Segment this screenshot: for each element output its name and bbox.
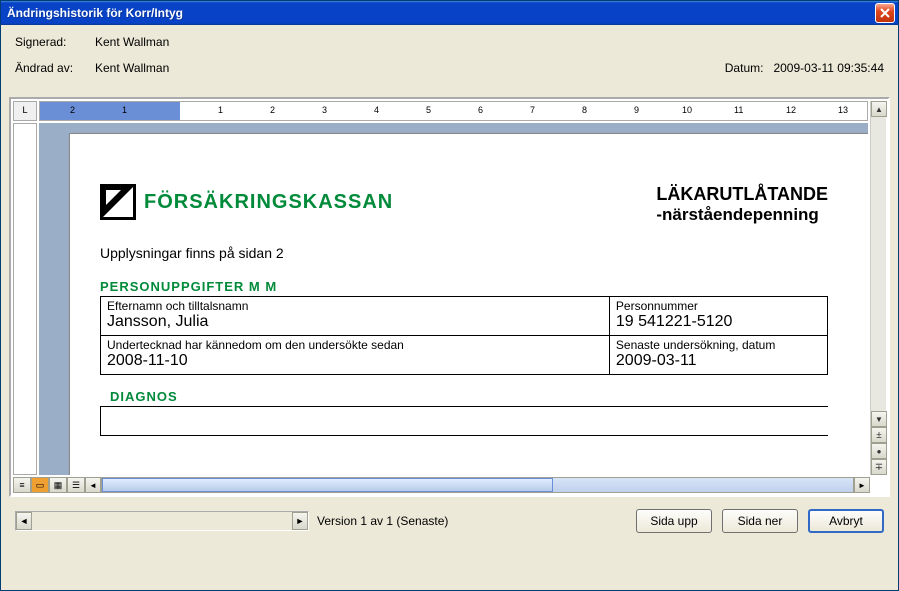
version-text: Version 1 av 1 (Senaste) [317,514,448,528]
last-exam-value: 2009-03-11 [616,352,821,370]
scroll-left-button[interactable]: ◄ [85,477,101,493]
app-window: Ändringshistorik för Korr/Intyg Signerad… [0,0,899,591]
view-toolbar: ≡ ▭ ▦ ☰ ◄ ► [13,477,870,493]
doc-title-line2: -närståendepenning [656,205,828,225]
info-line: Upplysningar finns på sidan 2 [100,245,828,261]
next-page-icon[interactable]: ∓ [871,459,887,475]
horizontal-ruler[interactable]: 2 1 1 2 3 4 5 6 7 8 9 10 11 12 13 [39,101,868,121]
page-up-button[interactable]: Sida upp [636,509,712,533]
pnr-field-value: 19 541221-5120 [616,313,821,331]
signed-label: Signerad: [15,35,95,49]
changed-by-label: Ändrad av: [15,61,95,75]
diagnosis-box [100,406,828,436]
web-layout-view-icon[interactable]: ▦ [49,477,67,493]
scroll-right-button[interactable]: ► [854,477,870,493]
last-exam-label: Senaste undersökning, datum [616,338,821,352]
scroll-up-button[interactable]: ▲ [871,101,887,117]
footer-bar: ◄ ► Version 1 av 1 (Senaste) Sida upp Si… [1,497,898,547]
name-field-value: Jansson, Julia [107,313,603,331]
scroll-down-button[interactable]: ▼ [871,411,887,427]
signed-by-value: Kent Wallman [95,35,169,49]
version-scroller[interactable]: ◄ ► [15,511,309,531]
horizontal-scroll-thumb[interactable] [102,478,553,492]
personal-data-table: Efternamn och tilltalsnamn Jansson, Juli… [100,296,828,375]
section-diagnosis-title: DIAGNOS [100,389,828,404]
title-bar: Ändringshistorik för Korr/Intyg [1,1,898,25]
changed-by-value: Kent Wallman [95,61,169,75]
known-since-label: Undertecknad har kännedom om den undersö… [107,338,603,352]
page-down-button[interactable]: Sida ner [722,509,798,533]
metadata-panel: Signerad: Kent Wallman Ändrad av: Kent W… [1,25,898,97]
agency-name: FÖRSÄKRINGSKASSAN [144,191,393,214]
version-prev-button[interactable]: ◄ [16,512,32,530]
document-viewer: L 2 1 1 2 3 4 5 6 7 8 9 10 11 12 13 [9,97,890,497]
document-canvas[interactable]: FÖRSÄKRINGSKASSAN LÄKARUTLÅTANDE -närstå… [39,123,868,475]
outline-view-icon[interactable]: ☰ [67,477,85,493]
ruler-corner[interactable]: L [13,101,37,121]
doc-title-line1: LÄKARUTLÅTANDE [656,184,828,205]
agency-logo-icon [100,184,136,220]
vertical-scrollbar[interactable]: ▲ ▼ ± ● ∓ [870,101,886,475]
object-browser-icon[interactable]: ● [871,443,887,459]
version-next-button[interactable]: ► [292,512,308,530]
document-page: FÖRSÄKRINGSKASSAN LÄKARUTLÅTANDE -närstå… [69,133,868,475]
date-value: 2009-03-11 09:35:44 [773,61,884,75]
known-since-value: 2008-11-10 [107,352,603,370]
section-personal-title: PERSONUPPGIFTER M M [100,279,828,294]
prev-page-icon[interactable]: ± [871,427,887,443]
date-label: Datum: [725,61,764,75]
horizontal-scroll-track[interactable] [101,477,854,493]
name-field-label: Efternamn och tilltalsnamn [107,299,603,313]
close-button[interactable] [875,3,895,23]
normal-view-icon[interactable]: ≡ [13,477,31,493]
cancel-button[interactable]: Avbryt [808,509,884,533]
print-layout-view-icon[interactable]: ▭ [31,477,49,493]
window-title: Ändringshistorik för Korr/Intyg [7,6,875,20]
vertical-ruler[interactable] [13,123,37,475]
pnr-field-label: Personnummer [616,299,821,313]
